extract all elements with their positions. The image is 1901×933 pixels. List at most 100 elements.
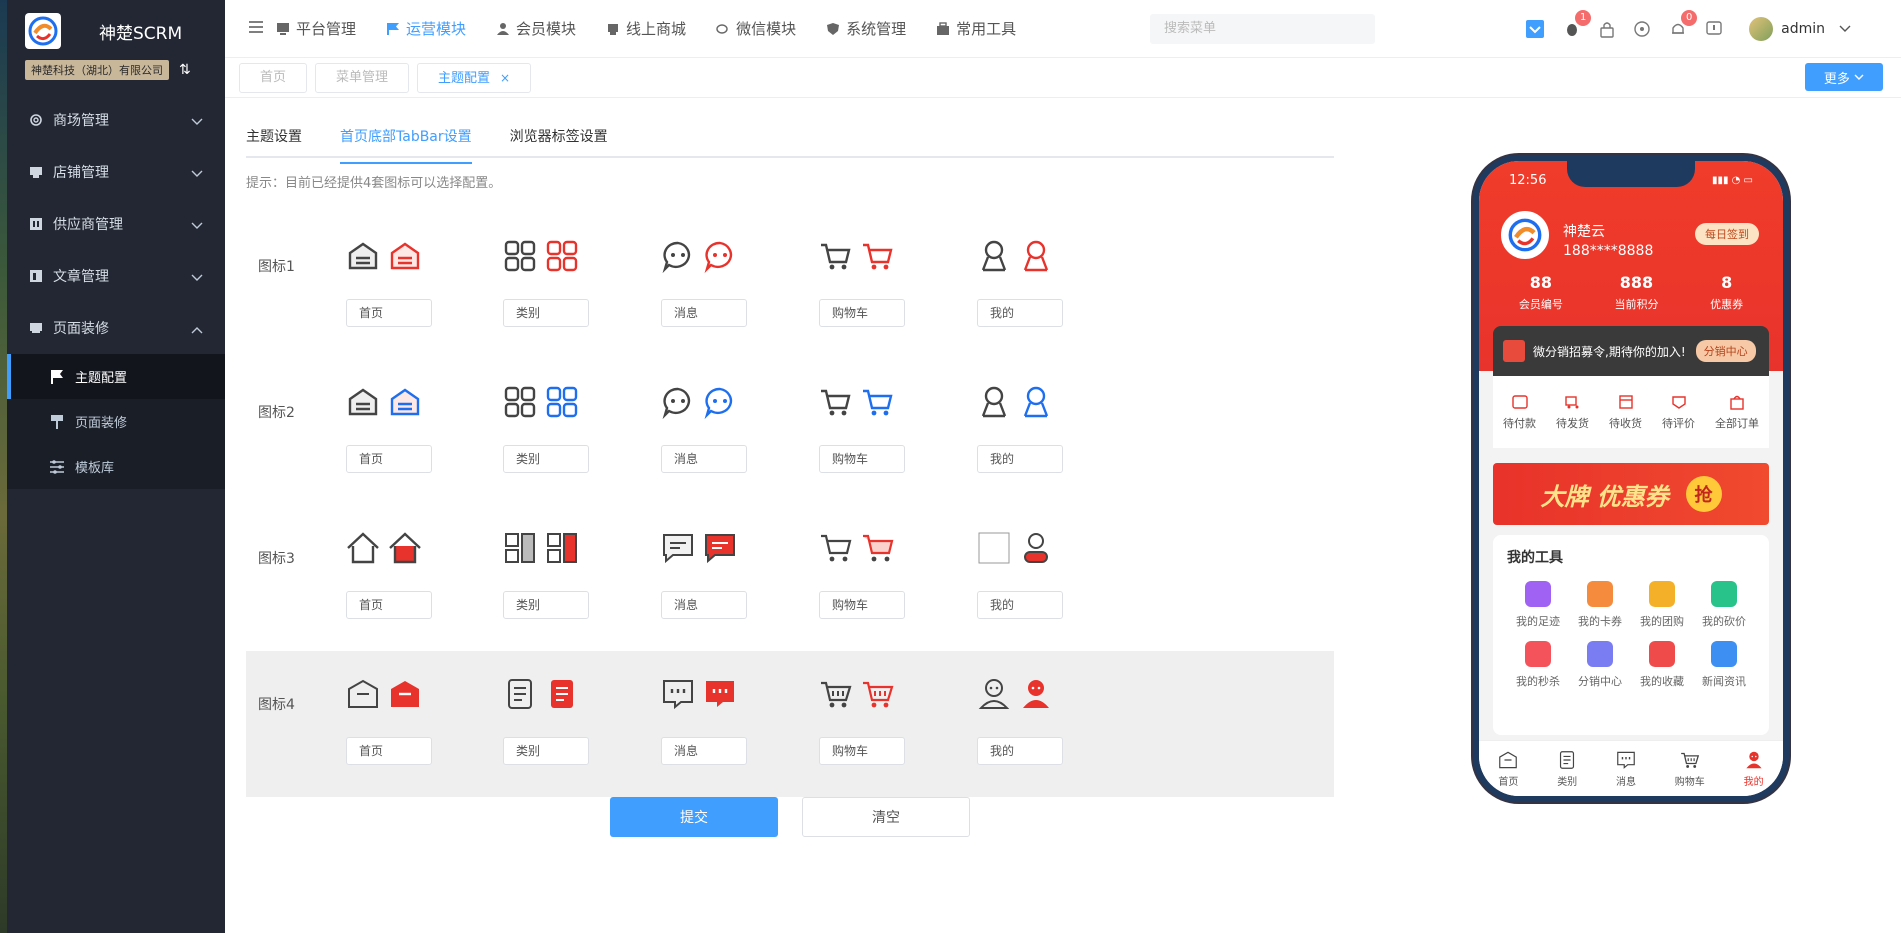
palette-icon[interactable] bbox=[1633, 20, 1651, 38]
user-icon bbox=[496, 22, 510, 36]
tab-name-input[interactable]: 我的 bbox=[977, 299, 1063, 327]
order-pending-pay[interactable]: 待付款 bbox=[1503, 394, 1536, 431]
tool-item[interactable]: 我的砍价 bbox=[1693, 581, 1755, 629]
nav-system[interactable]: 系统管理 bbox=[826, 18, 906, 39]
distribution-button[interactable]: 分销中心 bbox=[1695, 340, 1756, 362]
sidebar-subitem-decor[interactable]: 页面装修 bbox=[7, 399, 225, 444]
sidebar-submenu: 主题配置 页面装修 模板库 bbox=[7, 354, 225, 489]
icon-set-row[interactable]: 图标2 首页 类别 消息 购物车 我的 bbox=[246, 359, 1334, 505]
tab-browser-tab-settings[interactable]: 浏览器标签设置 bbox=[510, 122, 608, 156]
tab-name-input[interactable]: 消息 bbox=[661, 591, 747, 619]
tab-name-input[interactable]: 首页 bbox=[346, 737, 432, 765]
tag-theme[interactable]: 主题配置 × bbox=[417, 62, 532, 93]
tab-theme-settings[interactable]: 主题设置 bbox=[246, 122, 302, 156]
box-icon bbox=[1609, 394, 1642, 410]
icon-cell-home: 首页 bbox=[346, 525, 506, 619]
banner-text: 大牌 优惠券 bbox=[1540, 482, 1669, 511]
sidebar-subitem-theme[interactable]: 主题配置 bbox=[7, 354, 225, 399]
nav-platform[interactable]: 平台管理 bbox=[276, 18, 356, 39]
dropdown-toggle-icon[interactable] bbox=[1525, 19, 1545, 39]
tab-name-input[interactable]: 首页 bbox=[346, 591, 432, 619]
phone-tab-cart[interactable]: 购物车 bbox=[1675, 750, 1705, 788]
tool-item[interactable]: 我的卡券 bbox=[1569, 581, 1631, 629]
tab-name-input[interactable]: 我的 bbox=[977, 591, 1063, 619]
icon-cell-message: 消息 bbox=[661, 671, 821, 765]
switch-icon[interactable]: ⇅ bbox=[179, 62, 191, 78]
tab-tabbar-settings[interactable]: 首页底部TabBar设置 bbox=[340, 122, 472, 164]
tab-name-input[interactable]: 消息 bbox=[661, 445, 747, 473]
icon-cell-mine: 我的 bbox=[977, 525, 1137, 619]
lock-icon[interactable] bbox=[1599, 20, 1615, 38]
order-pending-review[interactable]: 待评价 bbox=[1662, 394, 1695, 431]
sidebar-item-supplier[interactable]: 供应商管理 bbox=[7, 198, 225, 250]
tab-name-input[interactable]: 首页 bbox=[346, 445, 432, 473]
phone-tab-category[interactable]: 类别 bbox=[1557, 750, 1577, 788]
tool-item[interactable]: 分销中心 bbox=[1569, 641, 1631, 689]
sidebar-item-label: 供应商管理 bbox=[53, 217, 123, 233]
search-input[interactable]: 搜索菜单 bbox=[1150, 14, 1375, 44]
close-icon[interactable]: × bbox=[500, 71, 510, 85]
tab-name-input[interactable]: 购物车 bbox=[819, 591, 905, 619]
icon-pair bbox=[819, 671, 979, 721]
submit-button[interactable]: 提交 bbox=[610, 797, 778, 837]
sidebar-item-store[interactable]: 店铺管理 bbox=[7, 146, 225, 198]
my-tools-panel: 我的工具 我的足迹 我的卡券 我的团购 我的砍价 我的秒杀 分销中心 我的收藏 新闻资讯 bbox=[1493, 535, 1769, 735]
sidebar-item-article[interactable]: 文章管理 bbox=[7, 250, 225, 302]
icon-set-row[interactable]: 图标1 首页 类别 消息 购物车 我的 bbox=[246, 213, 1334, 359]
tool-item[interactable]: 我的收藏 bbox=[1631, 641, 1693, 689]
tab-name-input[interactable]: 类别 bbox=[503, 591, 589, 619]
hamburger-icon[interactable] bbox=[248, 20, 264, 38]
tab-name-input[interactable]: 我的 bbox=[977, 737, 1063, 765]
nav-operation[interactable]: 运营模块 bbox=[386, 18, 466, 39]
tab-name-input[interactable]: 我的 bbox=[977, 445, 1063, 473]
logo-row: 神楚SCRM bbox=[7, 0, 225, 62]
user-name[interactable]: admin bbox=[1781, 21, 1825, 37]
tag-menu[interactable]: 菜单管理 bbox=[315, 62, 410, 93]
tab-name-input[interactable]: 类别 bbox=[503, 445, 589, 473]
icon-cell-category: 类别 bbox=[503, 671, 663, 765]
icon-set-row[interactable]: 图标4 首页 类别 消息 购物车 我的 bbox=[246, 651, 1334, 797]
signin-button[interactable]: 每日签到 bbox=[1695, 223, 1759, 245]
tool-item[interactable]: 新闻资讯 bbox=[1693, 641, 1755, 689]
category-icon bbox=[503, 385, 537, 423]
nav-online-mall[interactable]: 线上商城 bbox=[606, 18, 686, 39]
tab-name-input[interactable]: 购物车 bbox=[819, 299, 905, 327]
tab-name-input[interactable]: 首页 bbox=[346, 299, 432, 327]
avatar[interactable] bbox=[1749, 17, 1774, 41]
clear-button[interactable]: 清空 bbox=[802, 797, 970, 837]
truck-icon bbox=[1556, 394, 1589, 410]
phone-tab-mine[interactable]: 我的 bbox=[1744, 750, 1764, 788]
tab-name-input[interactable]: 购物车 bbox=[819, 737, 905, 765]
nav-tools[interactable]: 常用工具 bbox=[936, 18, 1016, 39]
tab-name-input[interactable]: 类别 bbox=[503, 737, 589, 765]
tab-name-input[interactable]: 消息 bbox=[661, 299, 747, 327]
chevron-down-icon[interactable] bbox=[1839, 21, 1851, 37]
bug-icon[interactable]: 1 bbox=[1563, 10, 1592, 38]
phone-tab-home[interactable]: 首页 bbox=[1498, 750, 1518, 788]
sidebar-subitem-templates[interactable]: 模板库 bbox=[7, 444, 225, 489]
coupon-banner[interactable]: 大牌 优惠券 抢 bbox=[1493, 463, 1769, 525]
phone-tab-message[interactable]: 消息 bbox=[1616, 750, 1636, 788]
order-pending-ship[interactable]: 待发货 bbox=[1556, 394, 1589, 431]
sidebar-item-decor[interactable]: 页面装修 bbox=[7, 302, 225, 354]
order-pending-receive[interactable]: 待收货 bbox=[1609, 394, 1642, 431]
tool-item[interactable]: 我的团购 bbox=[1631, 581, 1693, 629]
tab-name-input[interactable]: 消息 bbox=[661, 737, 747, 765]
icon-set-row[interactable]: 图标3 首页 类别 消息 购物车 我的 bbox=[246, 505, 1334, 651]
nav-member[interactable]: 会员模块 bbox=[496, 18, 576, 39]
tool-item[interactable]: 我的秒杀 bbox=[1507, 641, 1569, 689]
bell-icon[interactable]: 0 bbox=[1669, 10, 1698, 38]
alert-icon[interactable] bbox=[1705, 20, 1723, 38]
category-active-icon bbox=[545, 385, 579, 423]
tab-name-input[interactable]: 类别 bbox=[503, 299, 589, 327]
icon-cell-home: 首页 bbox=[346, 671, 506, 765]
tag-home[interactable]: 首页 bbox=[239, 62, 308, 93]
tool-item[interactable]: 我的足迹 bbox=[1507, 581, 1569, 629]
sidebar-item-mall[interactable]: 商场管理 bbox=[7, 94, 225, 146]
order-all[interactable]: 全部订单 bbox=[1715, 394, 1759, 431]
more-button[interactable]: 更多 bbox=[1805, 63, 1883, 91]
tab-name-input[interactable]: 购物车 bbox=[819, 445, 905, 473]
nav-wechat[interactable]: 微信模块 bbox=[716, 18, 796, 39]
store-icon bbox=[606, 22, 620, 36]
category-icon bbox=[503, 531, 537, 569]
